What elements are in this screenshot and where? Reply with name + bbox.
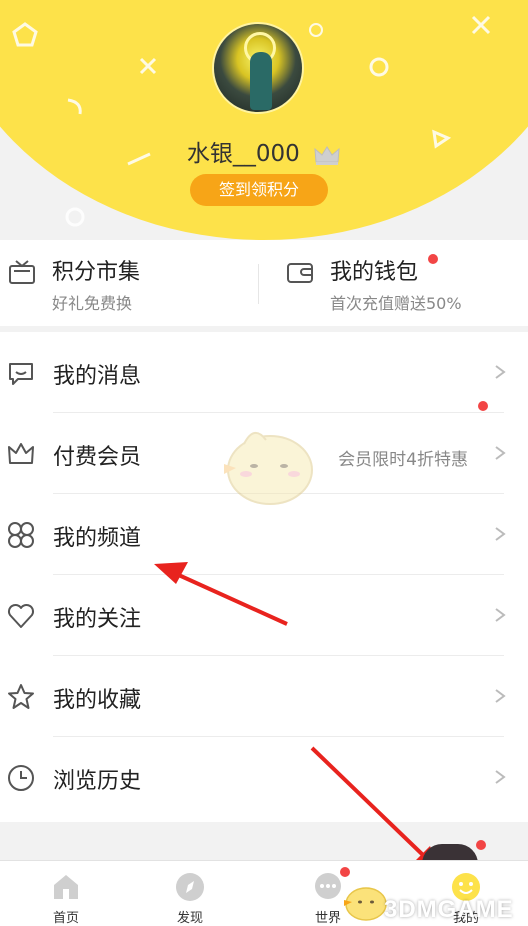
wallet-icon xyxy=(287,263,313,283)
tab-discover[interactable]: 发现 xyxy=(124,861,256,926)
decor-cross-icon xyxy=(139,57,157,75)
checkin-button[interactable]: 签到领积分 xyxy=(190,174,328,206)
quick-divider xyxy=(258,264,259,304)
avatar-figure xyxy=(250,52,272,110)
chevron-right-icon xyxy=(495,446,506,460)
watermark: 3DMGAME xyxy=(340,868,526,926)
points-market-title: 积分市集 xyxy=(52,260,141,285)
decor-ring-icon xyxy=(369,57,389,77)
menu-item-label: 我的频道 xyxy=(53,526,142,551)
crown-icon xyxy=(8,443,34,464)
menu-item-follows[interactable]: 我的关注 xyxy=(0,575,528,656)
menu-item-label: 我的消息 xyxy=(53,364,142,389)
wallet-title: 我的钱包 xyxy=(330,260,419,285)
menu-item-label: 我的收藏 xyxy=(53,688,142,713)
chevron-right-icon xyxy=(495,608,506,622)
tab-label: 发现 xyxy=(176,911,203,926)
vip-promo-text: 会员限时4折特惠 xyxy=(338,450,468,470)
star-icon xyxy=(8,684,34,709)
watermark-chick-icon xyxy=(344,887,387,921)
tab-label: 首页 xyxy=(52,911,79,926)
heart-icon xyxy=(7,603,35,628)
decor-arc-icon xyxy=(67,98,82,115)
decor-pentagon-icon xyxy=(12,22,38,47)
floating-avatar-red-dot xyxy=(476,840,486,850)
wallet-card[interactable]: 我的钱包 首次充值赠送50% xyxy=(278,240,528,326)
mascot-chick-icon xyxy=(224,432,313,505)
menu-item-history[interactable]: 浏览历史 xyxy=(0,737,528,818)
menu-item-messages[interactable]: 我的消息 xyxy=(0,332,528,413)
wallet-subtitle: 首次充值赠送50% xyxy=(330,294,462,313)
grid-icon xyxy=(8,522,34,548)
chevron-right-icon xyxy=(495,770,506,784)
menu-list: 我的消息 付费会员 会员限时4折特惠 我的频道 我的关注 我的收藏 浏览历史 xyxy=(0,332,528,822)
chevron-right-icon xyxy=(495,365,506,379)
decor-ring-icon xyxy=(309,23,323,37)
wallet-red-dot xyxy=(428,254,438,264)
menu-item-label: 付费会员 xyxy=(53,445,142,470)
clock-icon xyxy=(8,765,34,791)
chevron-right-icon xyxy=(495,527,506,541)
quick-cards: 积分市集 好礼免费换 我的钱包 首次充值赠送50% xyxy=(0,240,528,326)
points-market-card[interactable]: 积分市集 好礼免费换 xyxy=(0,240,264,326)
crown-icon xyxy=(313,144,341,166)
menu-item-favorites[interactable]: 我的收藏 xyxy=(0,656,528,737)
menu-item-label: 浏览历史 xyxy=(53,769,142,794)
decor-cross-icon xyxy=(471,15,491,35)
decor-ring-icon xyxy=(65,207,85,227)
tv-box-icon xyxy=(9,260,35,284)
compass-icon xyxy=(176,873,204,901)
username: 水银__000 xyxy=(0,134,528,168)
chevron-right-icon xyxy=(495,689,506,703)
watermark-text: 3DMGAME xyxy=(384,896,514,923)
tab-home[interactable]: 首页 xyxy=(0,861,132,926)
menu-item-label: 我的关注 xyxy=(53,607,142,632)
avatar[interactable] xyxy=(212,22,304,114)
profile-header: 水银__000 签到领积分 xyxy=(0,0,528,240)
vip-red-dot xyxy=(478,401,488,411)
message-icon xyxy=(9,363,33,385)
username-text: 水银__000 xyxy=(186,141,300,167)
points-market-subtitle: 好礼免费换 xyxy=(52,294,133,313)
home-icon xyxy=(54,875,78,899)
